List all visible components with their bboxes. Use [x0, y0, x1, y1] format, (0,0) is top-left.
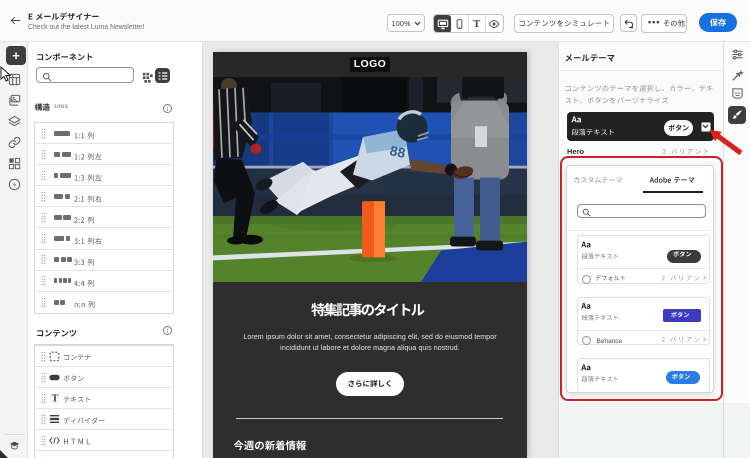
- svg-text:T: T: [51, 394, 58, 404]
